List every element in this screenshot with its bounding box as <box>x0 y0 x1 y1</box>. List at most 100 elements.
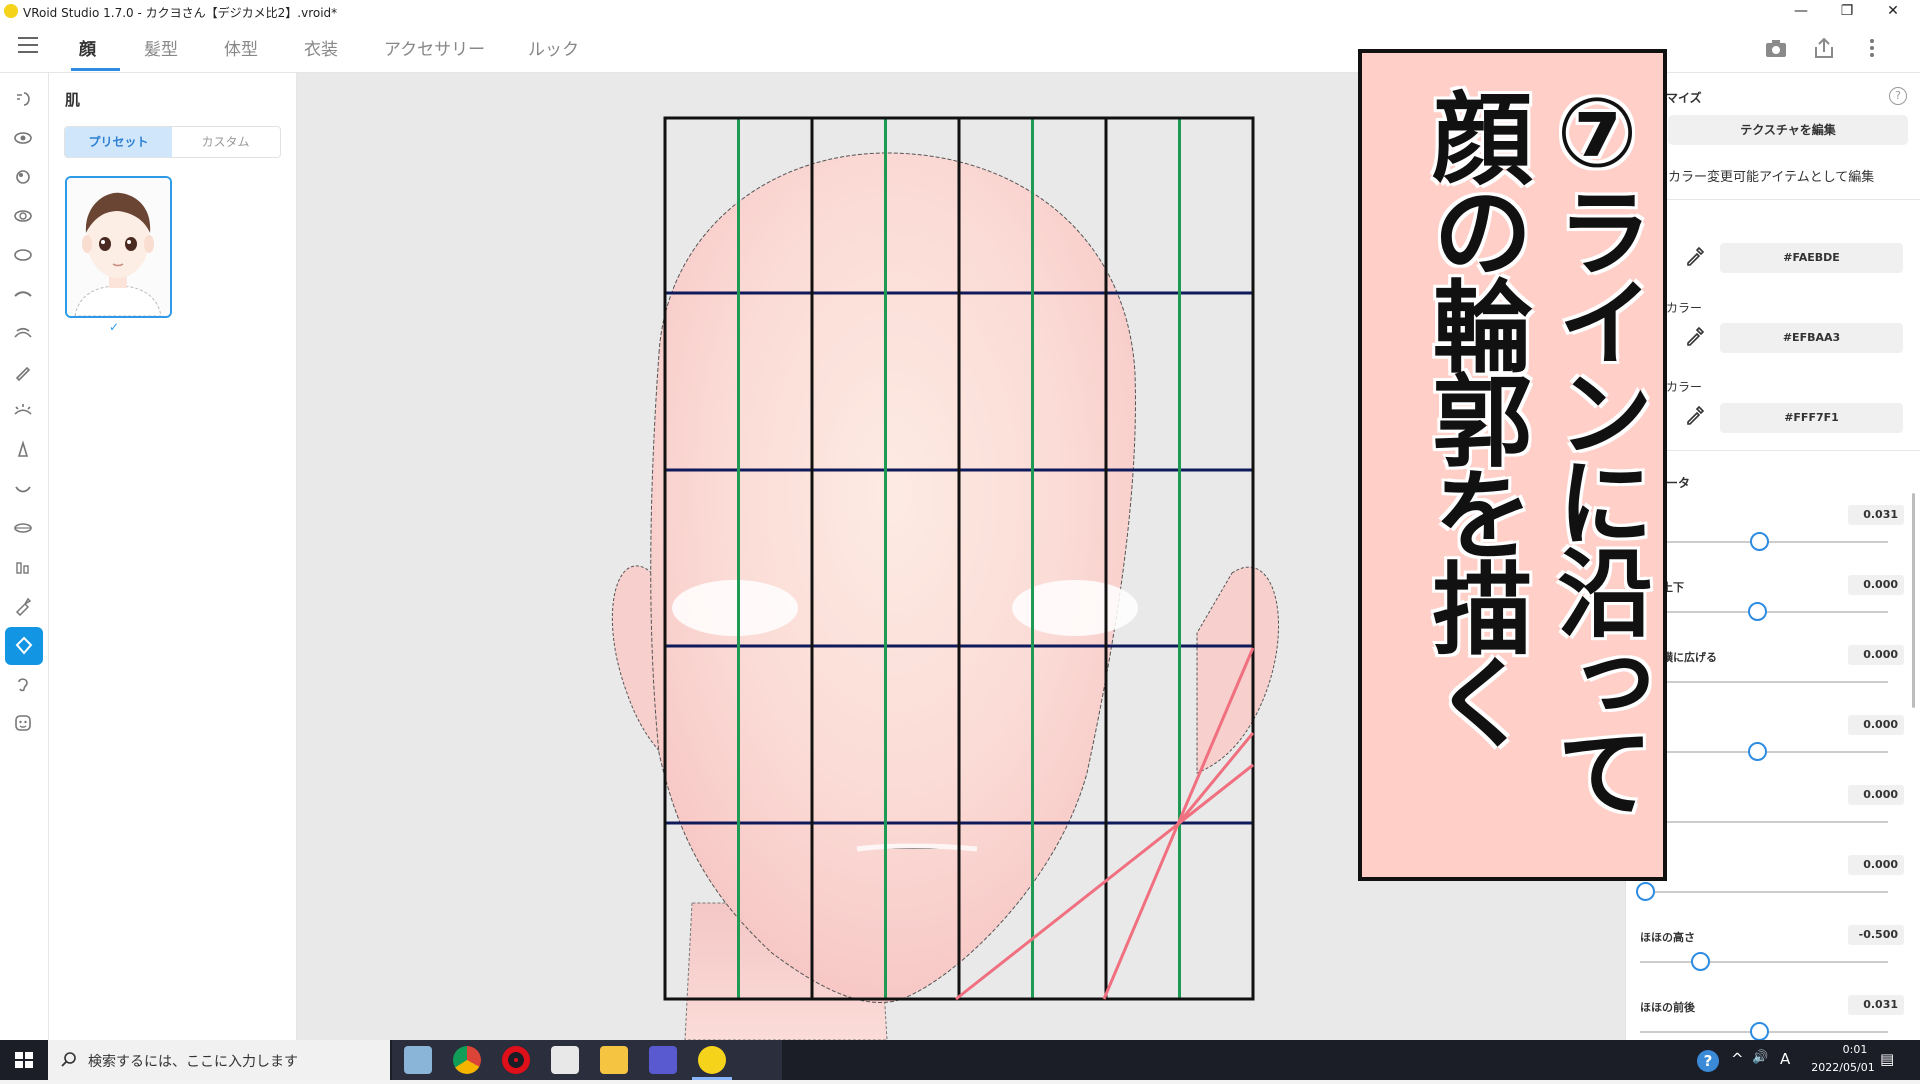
param-slider-knob[interactable] <box>1635 882 1655 901</box>
clock-date[interactable]: 2022/05/01 <box>1800 1061 1886 1074</box>
eyeball-icon[interactable] <box>9 163 37 191</box>
right-settings-panel: マイズ ? テクスチャを編集 カラー変更可能アイテムとして編集 #FAEBDE … <box>1625 73 1920 1041</box>
param-value-field[interactable]: 0.000 <box>1848 645 1904 665</box>
teeth-icon[interactable] <box>9 553 37 581</box>
jaw-guide-line <box>1102 823 1180 1000</box>
windows-start-icon[interactable] <box>0 1040 48 1080</box>
eyelid-icon[interactable] <box>9 397 37 425</box>
face-overall-icon[interactable] <box>9 709 37 737</box>
nose-icon[interactable] <box>9 436 37 464</box>
notification-icon[interactable]: ▤ <box>1880 1050 1894 1068</box>
custom-tab[interactable]: カスタム <box>172 127 279 157</box>
maximize-button[interactable]: ❐ <box>1824 0 1870 23</box>
title-bar: VRoid Studio 1.7.0 - カクヨさん【デジカメ比2】.vroid… <box>0 0 1920 23</box>
vroid-icon[interactable] <box>698 1046 726 1074</box>
windows-taskbar: 検索するには、ここに入力します ? ^ 🔊 A 0:01 2022/05/01 … <box>0 1040 1920 1080</box>
share-icon[interactable] <box>1811 35 1837 61</box>
param-value-field[interactable]: 0.000 <box>1848 785 1904 805</box>
param-slider-knob[interactable] <box>1747 602 1767 621</box>
active-tab-indicator <box>71 68 120 71</box>
eye-highlight-icon[interactable] <box>9 202 37 230</box>
panel-title: 肌 <box>65 91 81 109</box>
eyebrow-icon[interactable] <box>9 280 37 308</box>
param-slider-track[interactable] <box>1640 961 1888 963</box>
caption-line-1: ⑦ラインに沿って <box>1541 77 1653 813</box>
tab-accessory[interactable]: アクセサリー <box>384 35 485 60</box>
search-icon <box>60 1051 78 1073</box>
vroid-logo-icon <box>4 4 18 18</box>
eye-icon[interactable] <box>9 124 37 152</box>
tab-outfit[interactable]: 衣装 <box>304 35 338 60</box>
right-panel-scrollbar[interactable] <box>1912 493 1915 708</box>
tab-face[interactable]: 顔 <box>79 35 96 60</box>
eye-white-icon[interactable] <box>9 241 37 269</box>
line-icon[interactable] <box>551 1046 579 1074</box>
lips-icon[interactable] <box>9 514 37 542</box>
eyeliner-icon[interactable] <box>9 358 37 386</box>
edit-as-color-item-option[interactable]: カラー変更可能アイテムとして編集 <box>1668 166 1874 185</box>
color-hex-field-2[interactable]: #EFBAA3 <box>1720 323 1903 353</box>
color-hex-field-3[interactable]: #FFF7F1 <box>1720 403 1903 433</box>
tab-body[interactable]: 体型 <box>224 35 258 60</box>
caption-line-2: 顔の輪郭を描く <box>1415 87 1532 745</box>
clock-time[interactable]: 0:01 <box>1823 1043 1887 1056</box>
param-value-field[interactable]: 0.000 <box>1848 715 1904 735</box>
camera-icon[interactable] <box>1763 35 1789 61</box>
skin-panel: 肌 プリセット カスタム ✓ <box>49 73 297 1040</box>
param-label: ほほの高さ <box>1640 931 1695 944</box>
parameters-title: ータ <box>1666 476 1691 490</box>
param-slider-knob[interactable] <box>1750 1022 1770 1041</box>
param-value-field[interactable]: -0.500 <box>1848 925 1904 945</box>
edit-texture-button[interactable]: テクスチャを編集 <box>1668 115 1908 145</box>
param-value-field[interactable]: 0.031 <box>1848 995 1904 1015</box>
close-button[interactable]: ✕ <box>1870 0 1916 23</box>
chrome-icon[interactable] <box>453 1046 481 1074</box>
selected-check-icon: ✓ <box>109 320 120 334</box>
eyedropper-icon[interactable] <box>1684 245 1706 267</box>
volume-icon[interactable]: 🔊 <box>1752 1050 1768 1065</box>
param-slider-track[interactable] <box>1640 821 1888 823</box>
eyelash-icon[interactable] <box>9 319 37 347</box>
search-placeholder: 検索するには、ここに入力します <box>88 1054 298 1070</box>
param-value-field[interactable]: 0.000 <box>1848 855 1904 875</box>
transparent-app-icon[interactable] <box>649 1046 677 1074</box>
color-hex-field-1[interactable]: #FAEBDE <box>1720 243 1903 273</box>
right-ear <box>1196 566 1280 774</box>
param-value-field[interactable]: 0.031 <box>1848 505 1904 525</box>
skin-preset-thumbnail[interactable] <box>65 176 172 318</box>
tab-hairstyle[interactable]: 髪型 <box>144 35 178 60</box>
help-tray-icon[interactable]: ? <box>1697 1050 1719 1072</box>
tab-look[interactable]: ルック <box>528 35 579 60</box>
param-slider-knob[interactable] <box>1747 742 1767 761</box>
color-label-2: カラー <box>1666 301 1703 315</box>
param-label: ほほの前後 <box>1640 1001 1695 1014</box>
face-shape-icon[interactable] <box>9 85 37 113</box>
preset-custom-toggle: プリセット カスタム <box>64 126 281 158</box>
mouth-icon[interactable] <box>9 475 37 503</box>
param-slider-track[interactable] <box>1640 681 1888 683</box>
taskbar-search-box[interactable]: 検索するには、ここに入力します <box>48 1040 390 1080</box>
help-icon[interactable]: ? <box>1889 87 1907 105</box>
eyedropper-icon[interactable] <box>1684 404 1706 426</box>
param-value-field[interactable]: 0.000 <box>1848 575 1904 595</box>
more-vertical-icon[interactable] <box>1859 35 1885 61</box>
ear-icon[interactable] <box>9 670 37 698</box>
eyedropper-icon[interactable] <box>1684 325 1706 347</box>
hamburger-menu-icon[interactable] <box>18 37 38 53</box>
face-outline-icon[interactable] <box>5 627 43 665</box>
tray-overflow-icon[interactable]: ^ <box>1731 1050 1744 1068</box>
color-label-3: カラー <box>1666 380 1703 394</box>
file-explorer-icon[interactable] <box>600 1046 628 1074</box>
ime-indicator[interactable]: A <box>1780 1050 1790 1068</box>
param-slider-knob[interactable] <box>1690 952 1710 971</box>
face-paint-icon[interactable] <box>9 592 37 620</box>
tutorial-caption-overlay: ⑦ラインに沿って 顔の輪郭を描く <box>1358 49 1667 881</box>
preset-tab[interactable]: プリセット <box>65 127 172 157</box>
param-slider-knob[interactable] <box>1750 532 1770 551</box>
opera-icon[interactable] <box>502 1046 530 1074</box>
face-model <box>650 152 1136 1003</box>
minimize-button[interactable]: — <box>1778 0 1824 23</box>
window-title: VRoid Studio 1.7.0 - カクヨさん【デジカメ比2】.vroid… <box>23 6 338 20</box>
task-view-icon[interactable] <box>404 1046 432 1074</box>
param-slider-track[interactable] <box>1640 891 1888 893</box>
